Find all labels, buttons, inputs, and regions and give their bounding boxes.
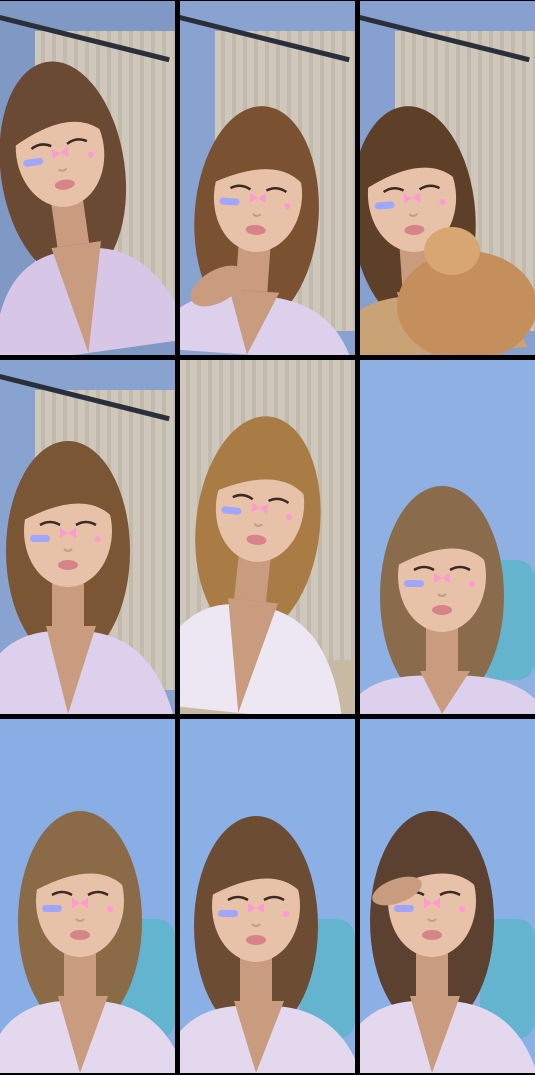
blush-sticker-left [218, 910, 238, 917]
curtain-stripe [342, 31, 346, 331]
lips [58, 560, 78, 570]
selfie-photo [180, 360, 355, 714]
blush-sticker-left [374, 201, 395, 210]
curtain-stripe [151, 390, 155, 690]
cat-head [424, 227, 480, 275]
curtain-stripe [186, 360, 190, 660]
lips [246, 935, 266, 945]
photo-frame-7 [0, 719, 175, 1073]
blush-sticker-left [219, 197, 240, 206]
curtain-stripe [331, 31, 335, 331]
selfie-photo [180, 1, 355, 355]
photo-frame-2 [180, 1, 355, 355]
photo-frame-1 [0, 1, 175, 355]
curtain-stripe [320, 31, 324, 331]
selfie-photo [360, 719, 535, 1073]
curtain-stripe [353, 31, 355, 331]
lips [422, 930, 442, 940]
heart-sticker-right [459, 906, 465, 912]
photo-frame-3 [360, 1, 535, 355]
photo-frame-6 [360, 360, 535, 714]
curtain-stripe [173, 31, 175, 331]
curtain-stripe [162, 390, 166, 690]
heart-sticker-right [107, 906, 113, 912]
curtain-stripe [351, 360, 355, 660]
selfie-photo [0, 719, 175, 1073]
blush-sticker-left [30, 535, 50, 542]
lips [70, 930, 90, 940]
blush-sticker-left [404, 580, 424, 587]
curtain-stripe [173, 390, 175, 690]
heart-sticker-right [469, 581, 475, 587]
photo-frame-4 [0, 360, 175, 714]
photo-frame-8 [180, 719, 355, 1073]
heart-sticker-right [283, 911, 289, 917]
curtain-stripe [329, 360, 333, 660]
selfie-photo [360, 360, 535, 714]
photo-frame-5 [180, 360, 355, 714]
curtain-stripe [340, 360, 344, 660]
selfie-photo [360, 1, 535, 355]
photo-frame-9 [360, 719, 535, 1073]
selfie-photo [0, 1, 175, 355]
lips [432, 605, 452, 615]
heart-sticker-right [95, 536, 101, 542]
blush-sticker-left [42, 905, 62, 912]
curtain-stripe [140, 390, 144, 690]
selfie-photo [0, 360, 175, 714]
blush-sticker-left [394, 905, 414, 912]
selfie-photo [180, 719, 355, 1073]
photo-collage [0, 0, 535, 1075]
